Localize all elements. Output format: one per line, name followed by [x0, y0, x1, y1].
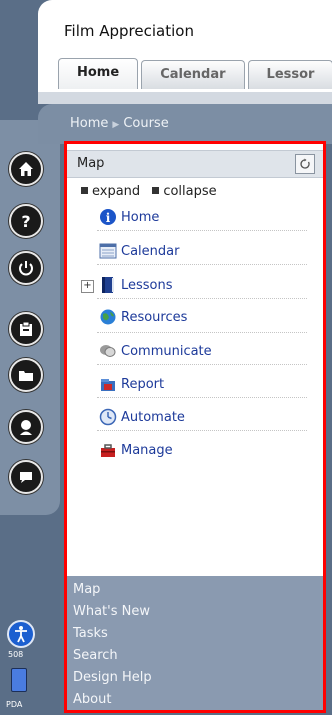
book-icon	[99, 276, 117, 294]
footer-link-tasks[interactable]: Tasks	[73, 626, 108, 641]
breadcrumb-course[interactable]: Course	[123, 116, 168, 131]
footer-link-map[interactable]: Map	[73, 582, 100, 597]
breadcrumb-home[interactable]: Home	[70, 116, 108, 131]
map-item-label: Resources	[121, 309, 188, 325]
map-item-label: Report	[121, 376, 165, 392]
expand-control[interactable]: expand	[81, 184, 140, 199]
map-item-manage[interactable]: Manage	[99, 439, 173, 461]
clock-icon	[99, 408, 117, 426]
clipboard-nav-button[interactable]	[9, 312, 43, 346]
toolbox-icon	[99, 441, 117, 459]
divider	[97, 332, 307, 333]
footer-link-whats-new[interactable]: What's New	[73, 604, 150, 619]
svg-text:?: ?	[21, 212, 30, 230]
divider	[97, 397, 307, 398]
refresh-button[interactable]	[295, 154, 315, 174]
divider	[97, 230, 307, 231]
tab-lessons[interactable]: Lessor	[247, 60, 332, 89]
app-title: Film Appreciation	[64, 22, 194, 40]
map-item-label: Lessons	[121, 277, 173, 293]
map-item-report[interactable]: Report	[99, 373, 164, 395]
breadcrumb-bar: Home ▶ Course	[38, 104, 332, 144]
collapse-icon	[152, 187, 160, 194]
person-icon	[20, 420, 32, 435]
clipboard-icon	[20, 321, 32, 336]
house-icon	[19, 162, 33, 176]
map-panel-title: Map	[77, 156, 105, 171]
power-icon	[19, 261, 33, 276]
folder-nav-button[interactable]	[9, 358, 43, 392]
info-icon: i	[99, 208, 117, 226]
map-item-label: Manage	[121, 442, 173, 458]
svg-text:i: i	[106, 211, 111, 225]
help-icon: ?	[21, 212, 30, 230]
map-item-label: Home	[121, 209, 160, 225]
tab-home[interactable]: Home	[58, 58, 139, 89]
chat-icon	[20, 472, 32, 483]
collapse-control[interactable]: collapse	[152, 184, 217, 199]
map-item-label: Automate	[121, 409, 185, 425]
divider	[97, 430, 307, 431]
map-panel-header: Map	[67, 150, 323, 178]
expand-lessons-button[interactable]: +	[81, 280, 94, 293]
divider	[97, 298, 307, 299]
breadcrumb-separator-icon: ▶	[112, 120, 120, 130]
divider	[97, 364, 307, 365]
accessibility-icon	[15, 626, 27, 643]
footer-link-search[interactable]: Search	[73, 648, 118, 663]
report-icon	[99, 375, 117, 393]
map-item-label: Communicate	[121, 343, 212, 359]
footer-link-about[interactable]: About	[73, 692, 111, 707]
app-header: Film Appreciation Home Calendar Lessor	[38, 0, 332, 96]
divider	[97, 264, 307, 265]
help-nav-button[interactable]: ?	[9, 204, 43, 238]
panel-footer-links: Map What's New Tasks Search Design Help …	[67, 576, 323, 710]
breadcrumb: Home ▶ Course	[70, 116, 169, 131]
footer-link-design-help[interactable]: Design Help	[73, 670, 152, 685]
tree-controls: expand collapse	[81, 184, 225, 199]
map-item-home[interactable]: i Home	[99, 206, 159, 228]
accessibility-button[interactable]	[7, 620, 35, 648]
home-nav-button[interactable]	[9, 152, 43, 186]
pda-icon[interactable]	[11, 668, 27, 692]
pda-label: PDA	[6, 700, 23, 709]
profile-nav-button[interactable]	[9, 410, 43, 444]
chat-nav-button[interactable]	[9, 460, 43, 494]
refresh-icon	[300, 158, 310, 169]
folder-icon	[19, 371, 33, 381]
collapse-label: collapse	[163, 184, 217, 199]
map-item-automate[interactable]: Automate	[99, 406, 185, 428]
accessibility-label: 508	[8, 650, 24, 659]
map-item-resources[interactable]: Resources	[99, 306, 187, 328]
chat-icon	[99, 342, 117, 360]
map-panel: Map expand collapse i Home Calendar + Le…	[64, 141, 326, 713]
map-item-communicate[interactable]: Communicate	[99, 340, 212, 362]
tab-bar: Home Calendar Lessor	[58, 58, 332, 89]
globe-icon	[99, 308, 117, 326]
calendar-icon	[99, 242, 117, 260]
header-divider	[38, 92, 332, 104]
map-item-calendar[interactable]: Calendar	[99, 240, 179, 262]
tab-calendar[interactable]: Calendar	[141, 60, 245, 89]
expand-icon	[81, 187, 88, 194]
power-nav-button[interactable]	[9, 251, 43, 285]
map-item-label: Calendar	[121, 243, 180, 259]
expand-label: expand	[92, 184, 141, 199]
map-item-lessons[interactable]: Lessons	[99, 274, 173, 296]
